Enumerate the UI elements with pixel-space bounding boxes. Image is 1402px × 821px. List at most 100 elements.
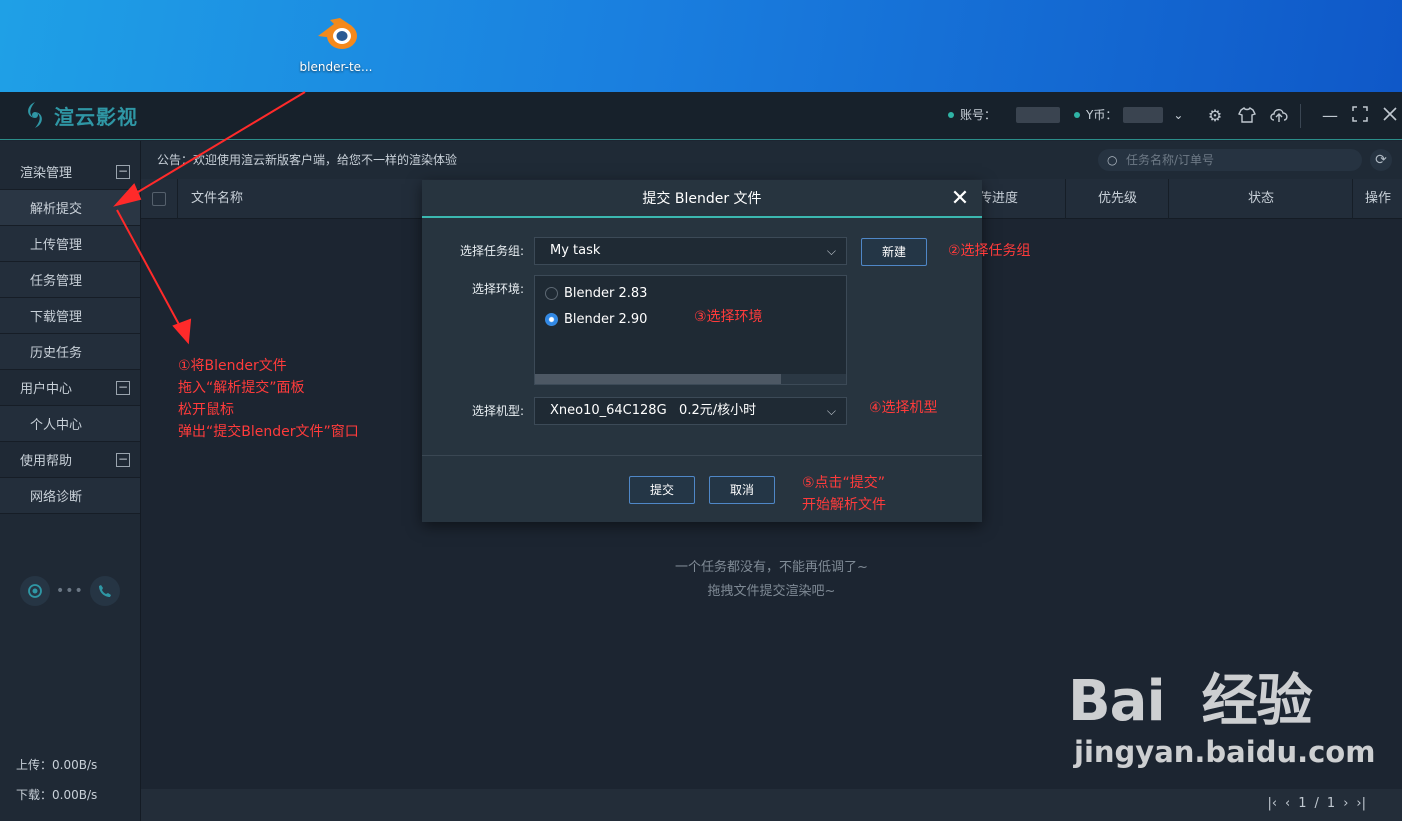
task-group-select[interactable]: My task ⌵ [534,237,847,265]
watermark-top: Bai 经验 [1068,669,1313,734]
annotation-step1: ①将Blender文件 拖入“解析提交”面板 松开鼠标 弹出“提交Blender… [178,355,359,443]
sidebar-item-label: 个人中心 [30,418,83,433]
env-option-290[interactable]: Blender 2.90 [545,312,647,327]
blender-file-desktop-icon[interactable]: blender-te... [296,12,376,74]
sidebar-group-label: 渲染管理 [20,166,73,181]
sidebar-top-gap [0,141,140,154]
empty-state-line2: 拖拽文件提交渲染吧~ [707,584,836,599]
collapse-minus-icon[interactable]: − [116,380,130,395]
minimize-icon[interactable]: — [1320,106,1340,126]
task-group-value: My task [550,243,601,258]
chevron-down-icon: ⌵ [826,244,836,258]
env-list: Blender 2.83 Blender 2.90 [534,275,847,385]
env-option-283[interactable]: Blender 2.83 [545,286,647,301]
column-priority[interactable]: 优先级 [1098,179,1137,219]
collapse-minus-icon[interactable]: − [116,452,130,467]
current-page: 1 [1298,796,1307,811]
more-dots-icon: ••• [56,583,84,599]
watermark-url: jingyan.baidu.com [1074,735,1376,769]
window-controls: — [1320,106,1400,126]
scrollbar-thumb[interactable] [535,374,781,384]
sidebar-group-user[interactable]: 用户中心 − [0,370,140,406]
close-icon[interactable] [1380,106,1400,126]
annotation-step3: ③选择环境 [694,309,763,325]
account-masked-value [1016,106,1061,123]
title-divider [1300,104,1301,128]
sidebar-item-tasks[interactable]: 任务管理 [0,262,140,298]
pagination: |‹ ‹ 1 / 1 › ›| [141,789,1402,821]
column-status[interactable]: 状态 [1248,179,1274,219]
collapse-minus-icon[interactable]: − [116,164,130,179]
machine-select[interactable]: Xneo10_64C128G 0.2元/核小时 ⌵ [534,397,847,425]
customer-service-headset-icon[interactable] [20,576,50,606]
sidebar-item-profile[interactable]: 个人中心 [0,406,140,442]
column-actions[interactable]: 操作 [1365,179,1391,219]
sidebar-item-label: 上传管理 [30,238,83,253]
annotation-line: 弹出“提交Blender文件”窗口 [178,424,359,440]
coin-dot [1074,111,1080,118]
search-icon: ○ [1107,153,1118,167]
chevron-down-icon: ⌵ [826,404,836,418]
env-radio[interactable] [545,287,558,300]
sidebar-item-label: 下载管理 [30,310,83,325]
env-radio-selected[interactable] [545,313,558,326]
phone-icon[interactable] [89,576,120,606]
select-all-checkbox[interactable] [152,192,166,206]
sidebar-group-label: 用户中心 [20,382,73,397]
empty-state-line1: 一个任务都没有，不能再低调了~ [675,560,868,575]
sidebar-item-download[interactable]: 下载管理 [0,298,140,334]
upload-speed: 上传：0.00B/s [16,758,98,772]
dialog-header: 提交 Blender 文件 ✕ [422,180,982,218]
coin-label: Y币： [1086,108,1118,122]
settings-gear-icon[interactable]: ⚙ [1205,106,1225,126]
submit-button[interactable]: 提交 [629,476,695,504]
submit-blender-dialog: 提交 Blender 文件 ✕ 选择任务组: My task ⌵ 新建 选择环境… [422,180,982,522]
search-input[interactable]: ○ 任务名称/订单号 [1098,149,1362,171]
column-separator [1065,179,1066,219]
annotation-step4: ④选择机型 [869,400,938,416]
baidu-jingyan-watermark: Bai 经验 jingyan.baidu.com [1068,670,1375,770]
brand-name: 渲云影视 [54,104,138,129]
cancel-button[interactable]: 取消 [709,476,775,504]
annotation-step2: ②选择任务组 [948,243,1031,259]
desktop-background [0,0,1402,92]
sidebar-item-network[interactable]: 网络诊断 [0,478,140,514]
new-task-group-button[interactable]: 新建 [861,238,927,266]
sidebar-item-upload[interactable]: 上传管理 [0,226,140,262]
env-option-label: Blender 2.90 [564,312,648,327]
dialog-title: 提交 Blender 文件 [642,191,762,207]
account-info: 账号： [948,106,1061,123]
annotation-line: 松开鼠标 [178,402,234,418]
column-progress[interactable]: 传进度 [979,179,1018,219]
machine-value: Xneo10_64C128G 0.2元/核小时 [550,403,757,418]
title-bar: 渲云影视 账号： Y币： ⌄ ⚙ — [0,92,1402,140]
cloud-upload-icon[interactable] [1269,106,1289,126]
first-page-icon[interactable]: |‹ [1267,796,1277,811]
sidebar-item-parse-submit[interactable]: 解析提交 [0,190,140,226]
sidebar-group-render[interactable]: 渲染管理 − [0,154,140,190]
column-separator [177,179,178,219]
desktop-icon-label: blender-te... [299,60,373,74]
last-page-icon[interactable]: ›| [1356,796,1366,811]
column-separator [1168,179,1169,219]
sidebar: 渲染管理 − 解析提交 上传管理 任务管理 下载管理 历史任务 用户中心 − 个… [0,141,141,821]
column-file-name[interactable]: 文件名称 [191,179,243,219]
dialog-close-icon[interactable]: ✕ [946,180,974,218]
annotation-step5: ⑤点击“提交” 开始解析文件 [802,472,886,516]
maximize-icon[interactable] [1350,106,1370,126]
sidebar-group-help[interactable]: 使用帮助 − [0,442,140,478]
toolbar-icons: ⚙ [1205,106,1289,126]
skin-shirt-icon[interactable] [1237,106,1257,126]
page-separator: / [1314,796,1319,811]
refresh-icon[interactable]: ⟳ [1370,149,1392,171]
search-placeholder: 任务名称/订单号 [1126,153,1215,167]
prev-page-icon[interactable]: ‹ [1285,796,1290,811]
next-page-icon[interactable]: › [1343,796,1348,811]
annotation-line: ①将Blender文件 [178,358,287,374]
sidebar-item-history[interactable]: 历史任务 [0,334,140,370]
download-speed: 下载：0.00B/s [16,788,98,802]
env-horizontal-scrollbar[interactable] [535,374,846,384]
account-dot [948,111,954,118]
chevron-down-icon[interactable]: ⌄ [1173,108,1183,122]
annotation-line: 拖入“解析提交”面板 [178,380,305,396]
